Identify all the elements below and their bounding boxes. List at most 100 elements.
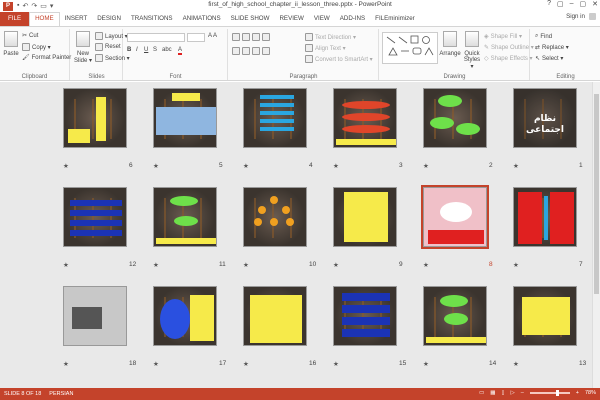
transition-star-icon[interactable]: ★: [153, 360, 159, 368]
shape-fill-button[interactable]: ◈ Shape Fill ▾: [484, 33, 522, 40]
convert-smartart-button[interactable]: Convert to SmartArt ▾: [305, 55, 373, 63]
transition-star-icon[interactable]: ★: [63, 162, 69, 170]
tab-transitions[interactable]: TRANSITIONS: [126, 12, 178, 26]
normal-view-icon[interactable]: ▭: [479, 390, 484, 396]
slide-thumbnail[interactable]: [423, 286, 487, 346]
slide-thumbnail[interactable]: [63, 187, 127, 247]
slide-thumbnail[interactable]: [333, 88, 397, 148]
transition-star-icon[interactable]: ★: [513, 162, 519, 170]
reset-button[interactable]: Reset: [95, 43, 121, 51]
transition-star-icon[interactable]: ★: [423, 360, 429, 368]
transition-star-icon[interactable]: ★: [333, 261, 339, 269]
zoom-level[interactable]: 78%: [585, 390, 596, 396]
cut-button[interactable]: ✂ Cut: [22, 32, 38, 40]
sign-in[interactable]: Sign in: [566, 13, 596, 20]
arrange-button[interactable]: Arrange: [439, 31, 461, 57]
tab-design[interactable]: DESIGN: [92, 12, 126, 26]
slide-thumbnail[interactable]: [153, 187, 217, 247]
slide-thumbnail[interactable]: [513, 286, 577, 346]
slide-thumbnail[interactable]: [63, 88, 127, 148]
ribbon-display-button[interactable]: ▢: [557, 0, 564, 8]
tab-home[interactable]: HOME: [29, 12, 60, 26]
slide-thumbnail[interactable]: [153, 88, 217, 148]
font-size-buttons[interactable]: A A: [208, 33, 217, 39]
select-button[interactable]: ↖ Select ▾: [535, 55, 563, 62]
layout-button[interactable]: Layout ▾: [95, 32, 128, 40]
shape-effects-button[interactable]: ◇ Shape Effects ▾: [484, 55, 533, 62]
start-slideshow-icon[interactable]: ▭: [40, 2, 47, 10]
tab-animations[interactable]: ANIMATIONS: [178, 12, 226, 26]
find-button[interactable]: ⌕ Find: [535, 33, 552, 40]
sign-in-label[interactable]: Sign in: [566, 13, 585, 20]
transition-star-icon[interactable]: ★: [333, 360, 339, 368]
slide-thumbnail[interactable]: [243, 286, 307, 346]
quick-styles-button[interactable]: Quick Styles ▾: [462, 31, 482, 70]
copy-button[interactable]: Copy ▾: [22, 43, 51, 51]
underline-button[interactable]: U: [144, 47, 148, 53]
italic-button[interactable]: I: [136, 47, 138, 53]
maximize-button[interactable]: ▢: [580, 0, 587, 8]
strikethrough-button[interactable]: abc: [162, 47, 172, 53]
font-name-dropdown[interactable]: [127, 33, 185, 42]
format-painter-button[interactable]: 🖌 Format Painter: [22, 54, 71, 62]
reading-view-icon[interactable]: ▯: [501, 390, 504, 396]
transition-star-icon[interactable]: ★: [243, 360, 249, 368]
bold-button[interactable]: B: [127, 47, 131, 53]
slide-thumbnail[interactable]: [333, 187, 397, 247]
transition-star-icon[interactable]: ★: [153, 261, 159, 269]
text-direction-button[interactable]: Text Direction ▾: [305, 33, 356, 41]
shapes-gallery[interactable]: [382, 32, 438, 64]
shape-outline-button[interactable]: ✎ Shape Outline ▾: [484, 44, 534, 51]
language-indicator[interactable]: PERSIAN: [49, 391, 73, 397]
slide-thumbnail[interactable]: نظام اجتماعی: [513, 88, 577, 148]
scrollbar-thumb[interactable]: [594, 94, 599, 294]
slide-thumbnail[interactable]: [333, 286, 397, 346]
close-button[interactable]: ✕: [592, 0, 598, 8]
transition-star-icon[interactable]: ★: [423, 162, 429, 170]
save-icon[interactable]: ▪: [17, 2, 19, 10]
slide-thumbnail[interactable]: [423, 88, 487, 148]
zoom-out-button[interactable]: –: [521, 390, 524, 396]
slide-thumbnail[interactable]: [243, 187, 307, 247]
replace-button[interactable]: ⇄ Replace ▾: [535, 44, 569, 51]
paste-button[interactable]: Paste: [2, 31, 20, 57]
redo-icon[interactable]: ↷: [31, 2, 37, 10]
align-buttons[interactable]: [232, 47, 270, 55]
slideshow-icon[interactable]: ▷: [510, 390, 514, 396]
font-size-dropdown[interactable]: [187, 33, 205, 42]
tab-slide-show[interactable]: SLIDE SHOW: [226, 12, 275, 26]
customize-qat-icon[interactable]: ▾: [50, 2, 54, 10]
zoom-slider-knob[interactable]: [555, 390, 559, 396]
shadow-button[interactable]: S: [153, 47, 157, 53]
slide-thumbnail[interactable]: [421, 185, 489, 249]
slide-sorter-icon[interactable]: ▦: [490, 390, 495, 396]
tab-fileminimizer[interactable]: FILEminimizer: [370, 12, 420, 26]
new-slide-button[interactable]: New Slide ▾: [73, 31, 93, 64]
transition-star-icon[interactable]: ★: [153, 162, 159, 170]
font-color-button[interactable]: A: [178, 47, 183, 55]
undo-icon[interactable]: ↶: [22, 2, 28, 10]
slide-thumbnail[interactable]: [63, 286, 127, 346]
tab-insert[interactable]: INSERT: [60, 12, 93, 26]
tab-review[interactable]: REVIEW: [274, 12, 308, 26]
user-avatar-icon[interactable]: [589, 13, 596, 20]
align-text-button[interactable]: Align Text ▾: [305, 44, 346, 52]
transition-star-icon[interactable]: ★: [513, 261, 519, 269]
transition-star-icon[interactable]: ★: [423, 261, 429, 269]
transition-star-icon[interactable]: ★: [63, 261, 69, 269]
tab-file[interactable]: FILE: [0, 12, 30, 26]
transition-star-icon[interactable]: ★: [63, 360, 69, 368]
transition-star-icon[interactable]: ★: [243, 261, 249, 269]
bullets-button[interactable]: [232, 33, 270, 41]
help-button[interactable]: ?: [547, 0, 551, 8]
transition-star-icon[interactable]: ★: [243, 162, 249, 170]
zoom-slider[interactable]: [529, 390, 570, 396]
vertical-scrollbar[interactable]: [592, 82, 600, 388]
tab-view[interactable]: VIEW: [309, 12, 335, 26]
slide-thumbnail[interactable]: [513, 187, 577, 247]
tab-add-ins[interactable]: ADD-INS: [335, 12, 370, 26]
slide-thumbnail[interactable]: [243, 88, 307, 148]
transition-star-icon[interactable]: ★: [513, 360, 519, 368]
slide-thumbnail[interactable]: [153, 286, 217, 346]
slide-counter[interactable]: SLIDE 8 OF 18: [4, 391, 41, 397]
